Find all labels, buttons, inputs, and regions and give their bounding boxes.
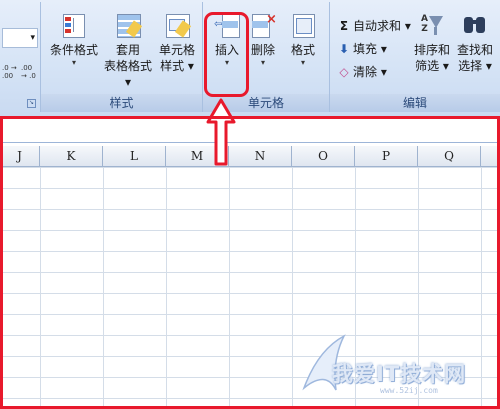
ribbon-group-number-partial: ▾ .0 → .00 .00 → .0 ↘ (0, 2, 41, 112)
ribbon: ▾ .0 → .00 .00 → .0 ↘ 条件格式 ▾ 套用 表格格式 ▾ 单… (0, 0, 500, 118)
chevron-down-icon: ▾ (30, 33, 35, 43)
find-select-label-2: 选择 ▾ (458, 59, 492, 73)
increase-decimal-icon: .0 → .00 (2, 64, 17, 80)
fill-icon: ⬇ (338, 42, 350, 56)
cell-style-label: 单元格 (158, 43, 195, 57)
table-format-label: 套用 (115, 43, 140, 57)
clear-label: 清除 ▾ (353, 65, 387, 79)
table-format-icon (115, 14, 143, 38)
clear-icon: ◇ (339, 65, 349, 79)
conditional-format-label: 条件格式 (49, 43, 98, 57)
format-cells-button[interactable]: 格式 ▾ (287, 8, 319, 68)
conditional-format-button[interactable]: 条件格式 ▾ (45, 8, 103, 68)
fill-label: 填充 ▾ (353, 42, 387, 56)
increase-decimal-button[interactable]: .0 → .00 (2, 64, 19, 80)
ribbon-group-editing: Σ 自动求和 ▾ ⬇ 填充 ▾ ◇ 清除 ▾ AZ 排序和 筛选 ▾ 查找和 选择 ▾ (330, 2, 500, 112)
fill-button[interactable]: ⬇ 填充 ▾ (338, 39, 387, 59)
sort-filter-button[interactable]: AZ 排序和 筛选 ▾ (410, 8, 454, 74)
autosum-icon: Σ (339, 19, 349, 33)
autosum-label: 自动求和 ▾ (353, 19, 411, 33)
format-cells-icon (290, 14, 316, 38)
format-cells-label: 格式 (290, 43, 315, 57)
decrease-decimal-button[interactable]: .00 → .0 (21, 64, 38, 80)
format-cells-dropdown: ▾ (300, 58, 305, 67)
cell-style-button[interactable]: 单元格 样式 ▾ (155, 8, 199, 74)
delete-cells-icon: × (250, 13, 277, 38)
conditional-format-dropdown: ▾ (71, 58, 76, 67)
editing-group-label: 编辑 (330, 94, 500, 112)
conditional-format-icon (61, 14, 87, 38)
table-format-button[interactable]: 套用 表格格式 ▾ (101, 8, 155, 90)
number-format-dropdown[interactable]: ▾ (2, 28, 38, 48)
dialog-launcher-icon[interactable]: ↘ (27, 99, 36, 108)
sort-filter-label-2: 筛选 ▾ (415, 59, 449, 73)
find-select-icon (462, 14, 488, 38)
cell-style-icon (164, 14, 192, 38)
decrease-decimal-icon: .00 → .0 (21, 64, 36, 80)
delete-cells-button[interactable]: × 删除 ▾ (247, 8, 279, 68)
find-select-button[interactable]: 查找和 选择 ▾ (452, 8, 498, 74)
ribbon-group-style: 条件格式 ▾ 套用 表格格式 ▾ 单元格 样式 ▾ 样式 ↘ (41, 2, 203, 112)
highlight-worksheet-area (0, 116, 500, 409)
style-group-label: 样式 (41, 94, 202, 112)
clear-button[interactable]: ◇ 清除 ▾ (338, 62, 387, 82)
find-select-label: 查找和 (456, 43, 493, 57)
cell-style-label-2: 样式 ▾ (160, 59, 194, 73)
highlight-insert-button (204, 12, 249, 97)
delete-cells-dropdown: ▾ (260, 58, 265, 67)
sort-filter-icon: AZ (419, 14, 445, 38)
autosum-button[interactable]: Σ 自动求和 ▾ (338, 16, 411, 36)
delete-cells-label: 删除 (250, 43, 275, 57)
table-format-label-2: 表格格式 ▾ (103, 59, 152, 89)
sort-filter-label: 排序和 (413, 43, 450, 57)
